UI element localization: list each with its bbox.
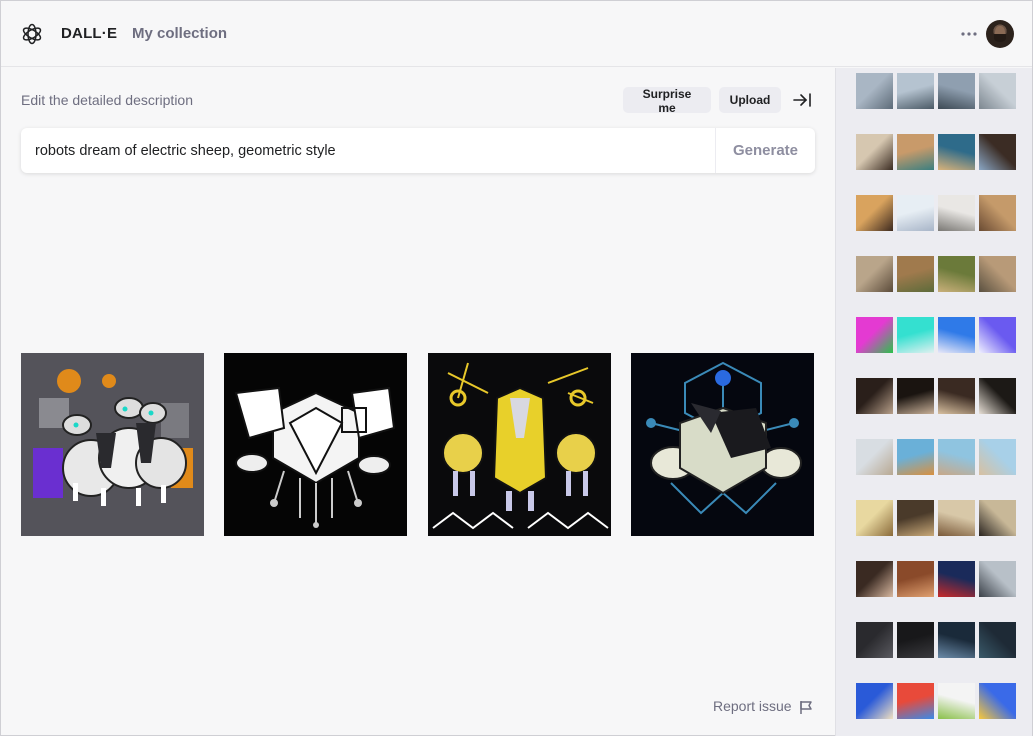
history-thumbnail[interactable] <box>897 378 934 414</box>
history-thumbnail[interactable] <box>979 622 1016 658</box>
history-thumbnail[interactable] <box>979 683 1016 719</box>
openai-logo-icon[interactable] <box>20 22 44 46</box>
history-thumbnail[interactable] <box>897 256 934 292</box>
history-row <box>856 73 1016 109</box>
history-thumbnail[interactable] <box>897 134 934 170</box>
history-thumbnail[interactable] <box>856 73 893 109</box>
history-row <box>856 439 1016 475</box>
history-thumbnail[interactable] <box>856 439 893 475</box>
result-image-4[interactable] <box>631 353 814 536</box>
history-row <box>856 683 1016 719</box>
history-thumbnail[interactable] <box>979 317 1016 353</box>
history-row <box>856 256 1016 292</box>
report-issue-link[interactable]: Report issue <box>713 698 792 714</box>
history-thumbnail[interactable] <box>897 622 934 658</box>
result-image-2[interactable] <box>224 353 407 536</box>
brand-title[interactable]: DALL·E <box>61 25 117 42</box>
collapse-panel-icon[interactable] <box>792 91 812 109</box>
history-thumbnail[interactable] <box>938 622 975 658</box>
history-thumbnail[interactable] <box>856 256 893 292</box>
history-thumbnail[interactable] <box>856 195 893 231</box>
history-thumbnail[interactable] <box>938 195 975 231</box>
more-options-icon[interactable] <box>959 27 979 41</box>
my-collection-link[interactable]: My collection <box>132 25 227 42</box>
history-thumbnail[interactable] <box>979 195 1016 231</box>
history-thumbnail[interactable] <box>979 439 1016 475</box>
flag-icon[interactable] <box>799 700 813 715</box>
history-row <box>856 195 1016 231</box>
history-thumbnail[interactable] <box>979 256 1016 292</box>
history-row <box>856 561 1016 597</box>
history-row <box>856 622 1016 658</box>
history-row <box>856 317 1016 353</box>
history-thumbnail[interactable] <box>856 622 893 658</box>
avatar-beard <box>994 34 1006 42</box>
history-thumbnail[interactable] <box>938 256 975 292</box>
history-thumbnail[interactable] <box>856 378 893 414</box>
prompt-input[interactable] <box>21 128 715 173</box>
history-thumbnail[interactable] <box>897 683 934 719</box>
surprise-me-button[interactable]: Surprise me <box>623 87 711 115</box>
history-thumbnail[interactable] <box>897 439 934 475</box>
sheep-image-gray <box>21 353 204 536</box>
history-thumbnail[interactable] <box>856 561 893 597</box>
user-avatar[interactable] <box>986 20 1014 48</box>
upload-button[interactable]: Upload <box>719 87 781 113</box>
sheep-image-black-white <box>224 353 407 536</box>
history-thumbnail[interactable] <box>938 439 975 475</box>
history-thumbnail[interactable] <box>979 134 1016 170</box>
top-bar: DALL·E My collection <box>1 1 1032 67</box>
history-panel[interactable] <box>835 68 1032 736</box>
history-thumbnail[interactable] <box>938 73 975 109</box>
generate-button[interactable]: Generate <box>715 128 815 173</box>
history-row <box>856 378 1016 414</box>
history-thumbnail[interactable] <box>897 73 934 109</box>
history-thumbnail[interactable] <box>938 134 975 170</box>
sheep-image-yellow <box>428 353 611 536</box>
history-thumbnail[interactable] <box>938 317 975 353</box>
history-row <box>856 134 1016 170</box>
history-thumbnail[interactable] <box>979 73 1016 109</box>
result-image-1[interactable] <box>21 353 204 536</box>
history-thumbnail[interactable] <box>938 378 975 414</box>
history-thumbnail[interactable] <box>897 500 934 536</box>
result-image-3[interactable] <box>428 353 611 536</box>
history-thumbnail[interactable] <box>979 378 1016 414</box>
sheep-image-navy <box>631 353 814 536</box>
history-thumbnail[interactable] <box>856 317 893 353</box>
history-thumbnail[interactable] <box>897 317 934 353</box>
history-thumbnail[interactable] <box>979 500 1016 536</box>
prompt-box: Generate <box>21 128 815 173</box>
history-thumbnail[interactable] <box>938 561 975 597</box>
history-row <box>856 500 1016 536</box>
edit-description-label: Edit the detailed description <box>21 92 193 108</box>
history-thumbnail[interactable] <box>897 195 934 231</box>
history-thumbnail[interactable] <box>856 500 893 536</box>
history-thumbnail[interactable] <box>897 561 934 597</box>
history-thumbnail[interactable] <box>938 683 975 719</box>
history-thumbnail[interactable] <box>856 134 893 170</box>
history-thumbnail[interactable] <box>979 561 1016 597</box>
history-thumbnail[interactable] <box>938 500 975 536</box>
history-thumbnail[interactable] <box>856 683 893 719</box>
